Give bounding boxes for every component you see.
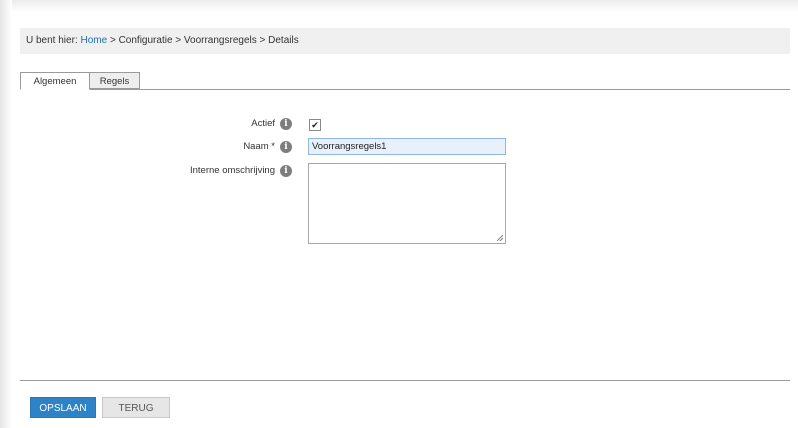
save-button[interactable]: OPSLAAN bbox=[30, 397, 96, 418]
naam-label: Naam * bbox=[243, 141, 275, 152]
info-icon[interactable]: i bbox=[280, 165, 292, 177]
breadcrumb-separator: > bbox=[259, 35, 266, 46]
left-shadow bbox=[0, 0, 12, 428]
breadcrumb-details: Details bbox=[268, 35, 299, 46]
info-icon[interactable]: i bbox=[280, 118, 292, 130]
breadcrumb-configuratie: Configuratie bbox=[118, 35, 173, 46]
details-page: U bent hier: Home > Configuratie > Voorr… bbox=[12, 12, 798, 428]
footer-divider bbox=[20, 380, 790, 381]
actief-label-row: Actief i bbox=[132, 117, 292, 131]
back-button[interactable]: TERUG bbox=[102, 397, 170, 418]
breadcrumb: U bent hier: Home > Configuratie > Voorr… bbox=[20, 28, 790, 54]
tab-bar: Algemeen Regels bbox=[20, 72, 790, 90]
omschrijving-label-row: Interne omschrijving i bbox=[132, 164, 292, 178]
info-icon[interactable]: i bbox=[280, 141, 292, 153]
actief-checkbox[interactable]: ✔ bbox=[309, 119, 321, 131]
breadcrumb-prefix: U bent hier: bbox=[26, 35, 78, 46]
naam-label-row: Naam * i bbox=[132, 140, 292, 154]
resize-grip-icon[interactable] bbox=[497, 235, 503, 241]
breadcrumb-separator: > bbox=[109, 35, 116, 46]
breadcrumb-home-link[interactable]: Home bbox=[80, 35, 107, 46]
top-shadow bbox=[0, 0, 798, 12]
actief-label: Actief bbox=[251, 118, 275, 129]
tab-divider bbox=[20, 89, 790, 90]
naam-input[interactable]: Voorrangsregels1 bbox=[308, 138, 506, 155]
tab-regels[interactable]: Regels bbox=[90, 72, 140, 89]
breadcrumb-separator: > bbox=[175, 35, 182, 46]
omschrijving-label: Interne omschrijving bbox=[189, 165, 275, 176]
tab-algemeen[interactable]: Algemeen bbox=[20, 72, 90, 90]
app-window: U bent hier: Home > Configuratie > Voorr… bbox=[0, 0, 798, 428]
omschrijving-textarea[interactable] bbox=[308, 163, 506, 244]
breadcrumb-voorrangsregels: Voorrangsregels bbox=[183, 35, 257, 46]
